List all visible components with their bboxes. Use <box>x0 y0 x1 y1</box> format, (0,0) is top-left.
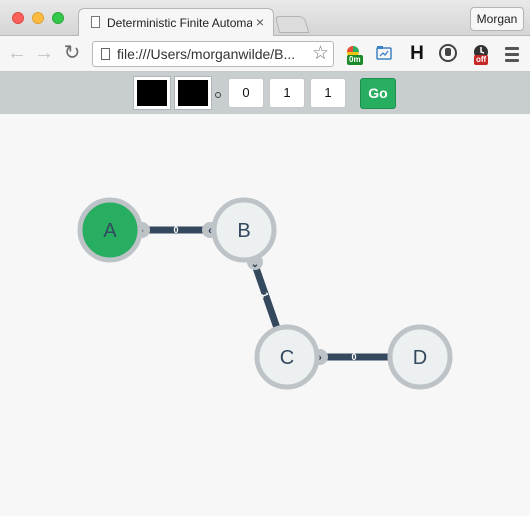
extension-shield-icon[interactable] <box>437 43 459 65</box>
extension-clock-icon[interactable]: off <box>470 43 492 65</box>
document-icon <box>101 48 110 60</box>
state-a[interactable]: A <box>77 197 143 263</box>
color-swatch-1[interactable] <box>133 76 171 110</box>
browser-tab[interactable]: Deterministic Finite Automaton × <box>78 8 274 37</box>
extension-badge: 0m <box>347 55 363 65</box>
go-button[interactable]: Go <box>360 78 396 109</box>
state-label: B <box>237 220 250 242</box>
url-text[interactable]: file:///Users/morganwilde/B... <box>117 46 312 62</box>
color-swatch-2[interactable] <box>174 76 212 110</box>
menu-icon[interactable] <box>505 47 519 65</box>
profile-button[interactable]: Morgan <box>470 7 524 31</box>
back-arrow-icon[interactable]: ← <box>6 40 28 66</box>
automaton-controls: 0 1 1 Go <box>0 72 530 114</box>
state-c[interactable]: C <box>254 324 320 390</box>
bookmark-star-icon[interactable]: ☆ <box>312 43 329 65</box>
minimize-window-button[interactable] <box>32 12 44 24</box>
address-bar[interactable]: file:///Users/morganwilde/B... ☆ <box>92 41 334 67</box>
extension-badge: off <box>474 55 489 65</box>
forward-arrow-icon[interactable]: → <box>33 40 55 66</box>
extension-h-icon[interactable]: H <box>406 43 428 65</box>
tab-close-icon[interactable]: × <box>256 14 264 30</box>
transition-label: 0 <box>351 352 356 362</box>
transition-label: 0 <box>173 225 178 235</box>
tab-title: Deterministic Finite Automaton <box>107 16 252 30</box>
state-label: D <box>413 347 427 369</box>
input-value-2[interactable]: 1 <box>269 78 305 108</box>
close-window-button[interactable] <box>12 12 24 24</box>
automaton-canvas: › ‹ 0 ⌄ 1 › 0 A B C <box>0 114 530 516</box>
zoom-window-button[interactable] <box>52 12 64 24</box>
state-label: A <box>103 220 117 242</box>
input-value-1[interactable]: 0 <box>228 78 264 108</box>
reload-icon[interactable]: ↻ <box>61 40 83 66</box>
new-tab-button[interactable] <box>274 16 310 33</box>
extension-timer-icon[interactable]: 0m <box>343 43 365 65</box>
transition-b-c[interactable]: ⌄ 1 <box>247 254 281 330</box>
browser-toolbar: ← → ↻ file:///Users/morganwilde/B... ☆ 0… <box>0 36 530 72</box>
state-d[interactable]: D <box>387 324 453 390</box>
state-label: C <box>280 347 294 369</box>
transition-a-b[interactable]: › ‹ 0 <box>134 222 218 238</box>
automaton-graph: › ‹ 0 ⌄ 1 › 0 A B C <box>77 197 453 390</box>
document-icon <box>91 16 100 28</box>
small-circle-icon <box>215 92 221 98</box>
browser-title-bar: Deterministic Finite Automaton × Morgan <box>0 0 530 37</box>
state-b[interactable]: B <box>211 197 277 263</box>
transition-c-d[interactable]: › 0 <box>312 349 390 365</box>
input-value-3[interactable]: 1 <box>310 78 346 108</box>
extension-folder-icon[interactable] <box>373 43 395 65</box>
